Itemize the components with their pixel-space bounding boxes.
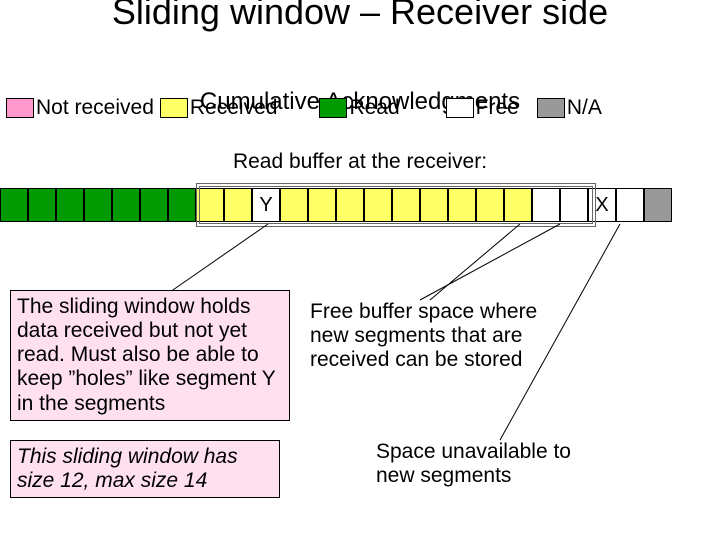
legend-received: Received bbox=[190, 96, 278, 120]
buffer-cell bbox=[476, 188, 504, 222]
buffer-cell bbox=[644, 188, 672, 222]
buffer-cell bbox=[0, 188, 28, 222]
buffer-cell bbox=[280, 188, 308, 222]
note-unavailable: Space unavailable to new segments bbox=[376, 440, 606, 488]
swatch-na bbox=[537, 98, 565, 118]
note-sliding-window: The sliding window holds data received b… bbox=[10, 290, 290, 421]
page-title: Sliding window – Receiver side bbox=[0, 0, 720, 32]
buffer-cell-x: X bbox=[588, 188, 616, 222]
buffer-cell bbox=[392, 188, 420, 222]
buffer-cell bbox=[168, 188, 196, 222]
buffer-cell bbox=[420, 188, 448, 222]
buffer-cell bbox=[532, 188, 560, 222]
buffer-cell bbox=[84, 188, 112, 222]
legend-not-received: Not received bbox=[36, 96, 154, 120]
buffer-caption: Read buffer at the receiver: bbox=[0, 150, 720, 174]
note-window-size: This sliding window has size 12, max siz… bbox=[10, 440, 280, 498]
buffer-cell bbox=[364, 188, 392, 222]
swatch-received bbox=[160, 98, 188, 118]
buffer-cell bbox=[56, 188, 84, 222]
buffer-cell bbox=[504, 188, 532, 222]
legend-free: Free bbox=[476, 96, 519, 120]
buffer-cell bbox=[560, 188, 588, 222]
swatch-not-received bbox=[6, 98, 34, 118]
note-free-space: Free buffer space where new segments tha… bbox=[310, 300, 570, 372]
buffer-cell bbox=[140, 188, 168, 222]
legend: Not received Received Read Free N/A bbox=[6, 96, 608, 120]
swatch-free bbox=[446, 98, 474, 118]
swatch-read bbox=[319, 98, 347, 118]
buffer-cell bbox=[448, 188, 476, 222]
buffer-cell bbox=[616, 188, 644, 222]
buffer-cell bbox=[308, 188, 336, 222]
legend-read: Read bbox=[349, 96, 399, 120]
buffer-cell bbox=[336, 188, 364, 222]
buffer-cell bbox=[112, 188, 140, 222]
buffer-cell-y: Y bbox=[252, 188, 280, 222]
legend-na: N/A bbox=[567, 96, 602, 120]
buffer-cell bbox=[28, 188, 56, 222]
buffer-row: Y X bbox=[0, 188, 672, 222]
buffer-cell bbox=[224, 188, 252, 222]
buffer-cell bbox=[196, 188, 224, 222]
